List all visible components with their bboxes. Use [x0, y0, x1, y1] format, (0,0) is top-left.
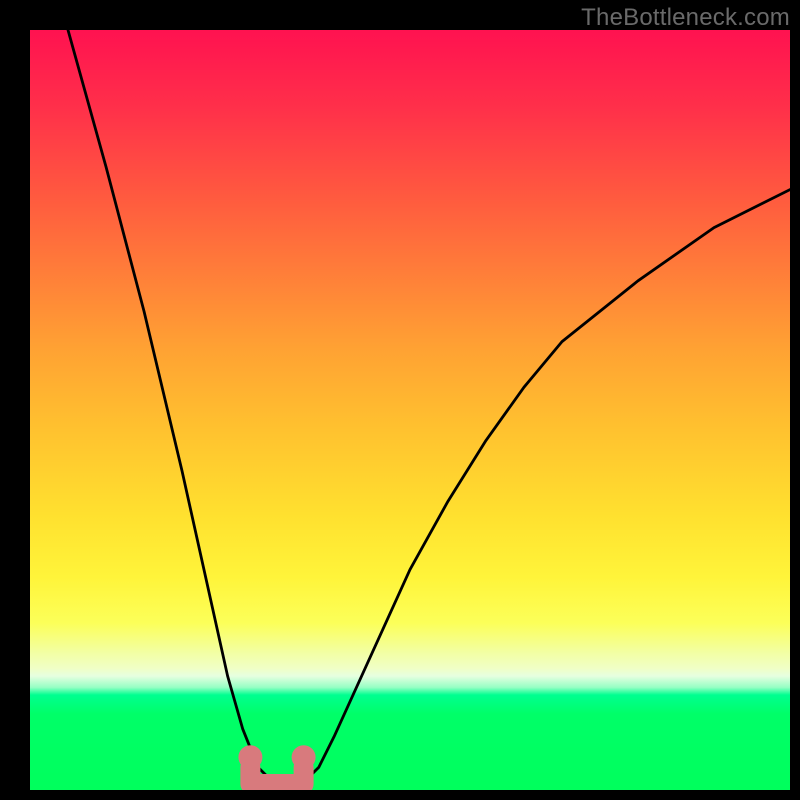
- watermark-label: TheBottleneck.com: [581, 4, 790, 32]
- right-bound-marker-icon: [292, 745, 316, 769]
- left-bound-marker-icon: [238, 745, 262, 769]
- valley-highlight: [250, 767, 303, 784]
- plot-area: [30, 30, 790, 790]
- curve-layer: [30, 30, 790, 790]
- bottleneck-curve: [68, 30, 790, 790]
- chart-frame: TheBottleneck.com: [0, 0, 800, 800]
